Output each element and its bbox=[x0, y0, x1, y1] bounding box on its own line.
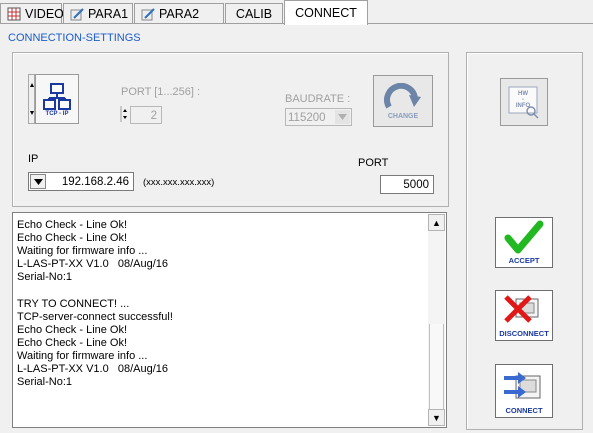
tab-label: CONNECT bbox=[295, 6, 357, 20]
change-arrow-icon bbox=[384, 82, 421, 109]
port-range-field: 2 bbox=[130, 106, 162, 124]
connection-log[interactable]: Echo Check - Line Ok! Echo Check - Line … bbox=[12, 212, 447, 428]
scroll-thumb[interactable] bbox=[429, 324, 444, 409]
section-title: CONNECTION-SETTINGS bbox=[8, 32, 141, 44]
hw-info-icon: HW - INFO bbox=[508, 86, 539, 119]
pencil-icon bbox=[141, 7, 155, 21]
tab-label: VIDEO bbox=[25, 6, 64, 21]
tab-label: CALIB bbox=[235, 6, 273, 21]
tab-para1[interactable]: PARA1 bbox=[63, 3, 133, 23]
baudrate-value: 115200 bbox=[288, 112, 326, 124]
tab-label: PARA2 bbox=[159, 6, 200, 21]
accept-button[interactable]: ACCEPT bbox=[495, 217, 553, 268]
checkmark-icon bbox=[504, 220, 544, 254]
ip-format-hint: (xxx.xxx.xxx.xxx) bbox=[143, 177, 215, 188]
ip-field[interactable]: 192.168.2.46 bbox=[28, 172, 134, 191]
dropdown-arrow-icon bbox=[335, 110, 350, 124]
tab-bar: VIDEO PARA1 PARA2 CALIB CONNECT bbox=[0, 0, 593, 25]
port-range-label: PORT [1...256] : bbox=[121, 86, 201, 98]
disconnect-icon bbox=[504, 295, 539, 323]
scroll-down-button[interactable]: ▼ bbox=[428, 409, 445, 426]
tab-calib[interactable]: CALIB bbox=[225, 3, 283, 23]
port-field[interactable]: 5000 bbox=[380, 175, 434, 194]
connect-icon bbox=[504, 372, 541, 399]
connect-label: CONNECT bbox=[505, 406, 543, 415]
tab-connect[interactable]: CONNECT bbox=[284, 0, 368, 25]
interface-spinner[interactable] bbox=[28, 74, 35, 124]
tcp-ip-button[interactable]: TCP - IP bbox=[35, 74, 79, 124]
ip-value: 192.168.2.46 bbox=[61, 176, 129, 188]
log-scrollbar[interactable]: ▲ ▼ bbox=[428, 214, 445, 426]
change-button[interactable]: CHANGE bbox=[373, 75, 433, 127]
ip-dropdown-icon[interactable] bbox=[30, 174, 46, 189]
scroll-up-button[interactable]: ▲ bbox=[428, 214, 445, 231]
disconnect-button[interactable]: DISCONNECT bbox=[495, 290, 553, 341]
baudrate-select: 115200 bbox=[285, 108, 352, 126]
accept-label: ACCEPT bbox=[508, 256, 540, 265]
disconnect-label: DISCONNECT bbox=[499, 329, 549, 338]
log-text: Echo Check - Line Ok! Echo Check - Line … bbox=[17, 219, 173, 389]
tab-label: PARA1 bbox=[88, 6, 129, 21]
video-grid-icon bbox=[7, 7, 21, 21]
hw-info-button[interactable]: HW - INFO bbox=[500, 78, 548, 126]
port-range-spinner bbox=[120, 106, 128, 122]
port-label: PORT bbox=[358, 157, 389, 169]
baudrate-label: BAUDRATE : bbox=[285, 93, 351, 105]
tab-para2[interactable]: PARA2 bbox=[134, 3, 224, 23]
tab-video[interactable]: VIDEO bbox=[0, 3, 64, 23]
connect-button[interactable]: CONNECT bbox=[495, 364, 553, 418]
network-icon bbox=[43, 82, 71, 110]
change-label: CHANGE bbox=[387, 112, 419, 120]
pencil-icon bbox=[70, 7, 84, 21]
ip-label: IP bbox=[28, 153, 39, 165]
tcp-ip-label: TCP - IP bbox=[45, 110, 69, 117]
